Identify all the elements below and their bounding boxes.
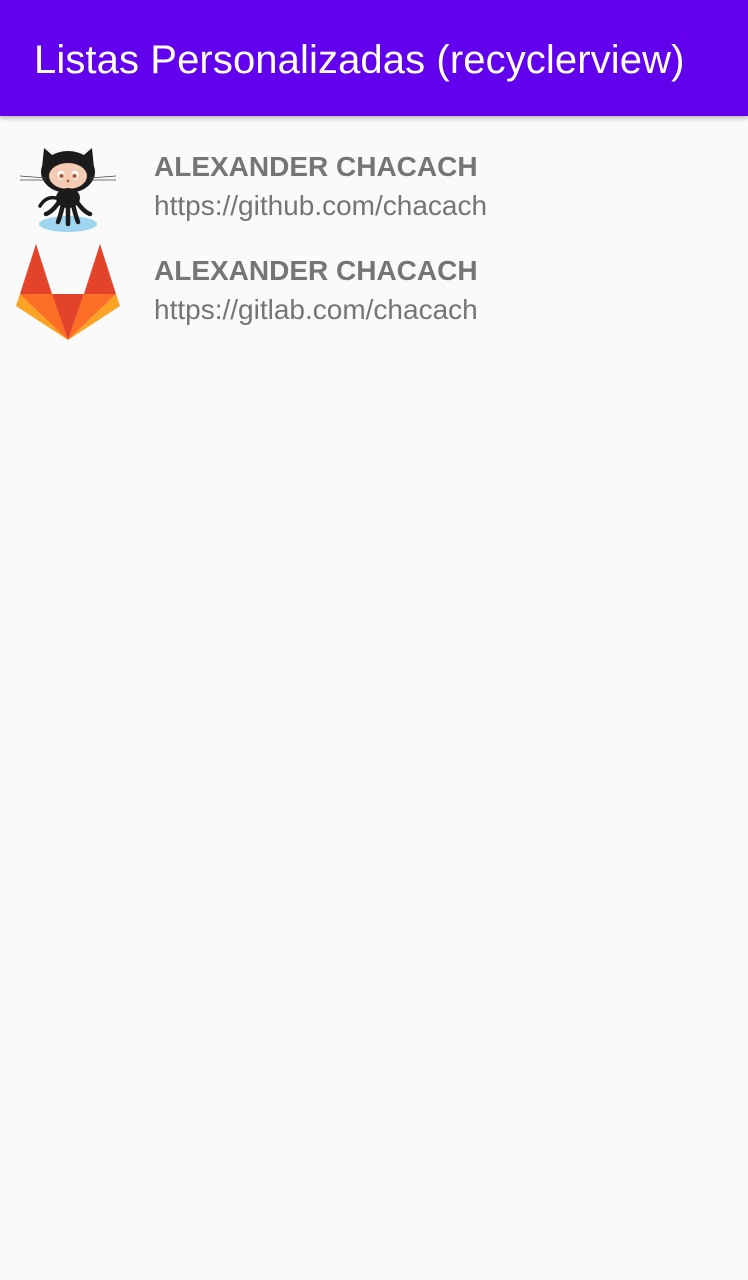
item-title: ALEXANDER CHACACH [154, 151, 478, 182]
app-title: Listas Personalizadas (recyclerview) [34, 38, 685, 82]
item-url: https://gitlab.com/chacach [154, 294, 478, 325]
github-octocat-icon [16, 138, 120, 242]
app-bar: Listas Personalizadas (recyclerview) [0, 0, 748, 116]
list-item[interactable]: ALEXANDER CHACACH https://github.com/cha… [0, 138, 748, 242]
item-url: https://github.com/chacach [154, 190, 488, 221]
gitlab-fox-icon [16, 242, 120, 346]
list-item[interactable]: ALEXANDER CHACACH https://gitlab.com/cha… [0, 242, 748, 346]
item-title: ALEXANDER CHACACH [154, 255, 478, 286]
recycler-list[interactable]: ALEXANDER CHACACH https://github.com/cha… [0, 116, 748, 346]
